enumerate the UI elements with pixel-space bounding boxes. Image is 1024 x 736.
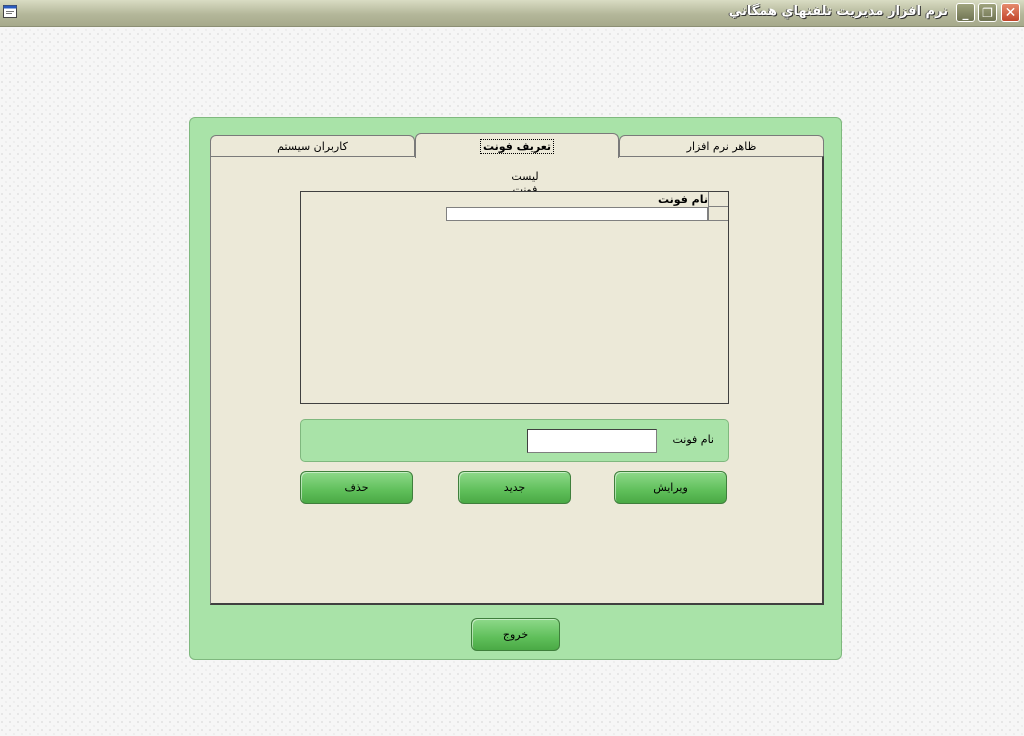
- new-button[interactable]: جديد: [458, 471, 571, 504]
- font-name-field[interactable]: [527, 429, 657, 453]
- tab-font-definition[interactable]: تعريف فونت: [415, 133, 619, 158]
- grid-row-indicator[interactable]: [708, 207, 728, 221]
- title-bar: نرم افزار مديريت تلفنهاي همگاني _ ❐ ✕: [0, 0, 1024, 27]
- tab-label: كاربران سيستم: [277, 139, 348, 153]
- font-grid[interactable]: نام فونت: [300, 191, 729, 404]
- edit-button[interactable]: ويرايش: [614, 471, 727, 504]
- delete-button[interactable]: حذف: [300, 471, 413, 504]
- font-name-label: نام فونت: [672, 433, 714, 446]
- grid-header-corner: [708, 192, 728, 207]
- window-title: نرم افزار مديريت تلفنهاي همگاني: [728, 4, 948, 19]
- restore-icon[interactable]: ❐: [978, 3, 997, 22]
- tab-system-users[interactable]: كاربران سيستم: [210, 135, 415, 156]
- tab-label: تعريف فونت: [479, 138, 555, 154]
- minimize-icon[interactable]: _: [956, 3, 975, 22]
- close-icon[interactable]: ✕: [1001, 3, 1020, 22]
- tab-app-appearance[interactable]: ظاهر نرم افزار: [619, 135, 824, 156]
- exit-button[interactable]: خروج: [471, 618, 560, 651]
- grid-cell[interactable]: [446, 207, 708, 221]
- app-window-icon[interactable]: [3, 5, 17, 18]
- tab-label: ظاهر نرم افزار: [686, 139, 757, 153]
- grid-column-header[interactable]: نام فونت: [446, 192, 708, 207]
